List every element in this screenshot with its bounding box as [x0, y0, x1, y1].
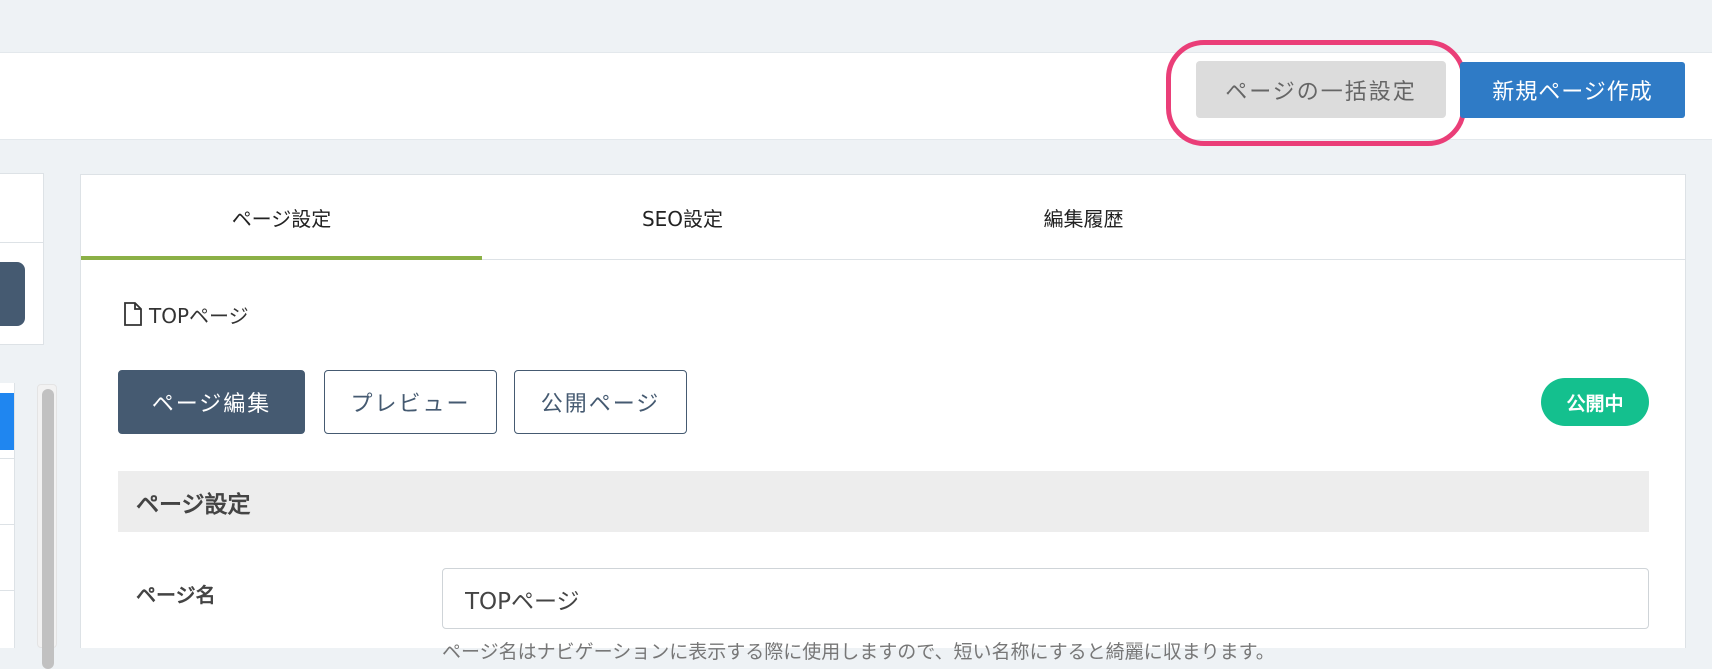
sidebar-page-list	[0, 383, 15, 648]
section-title: ページ設定	[118, 471, 1649, 532]
breadcrumb: TOPページ	[123, 301, 249, 328]
list-divider	[0, 524, 14, 525]
file-icon	[124, 302, 142, 326]
tab-seo-settings[interactable]: SEO設定	[482, 175, 883, 259]
tab-page-settings[interactable]: ページ設定	[81, 175, 482, 260]
sidebar-scrollbar[interactable]	[37, 384, 57, 669]
page-settings-panel: ページ設定 SEO設定 編集履歴 TOPページ ページ編集 プレビュー 公開ペー…	[80, 174, 1686, 663]
top-toolbar	[0, 52, 1712, 140]
page-name-help-text: ページ名はナビゲーションに表示する際に使用しますので、短い名称にすると綺麗に収ま…	[442, 641, 1275, 663]
page-name-input[interactable]	[442, 568, 1649, 629]
tab-edit-history[interactable]: 編集履歴	[883, 175, 1284, 259]
edit-page-button[interactable]: ページ編集	[118, 370, 305, 434]
page-name-label: ページ名	[136, 583, 216, 607]
sidebar-card	[0, 173, 44, 345]
sidebar-divider	[0, 242, 44, 243]
breadcrumb-label: TOPページ	[149, 303, 249, 328]
list-divider	[0, 458, 14, 459]
public-page-button[interactable]: 公開ページ	[514, 370, 687, 434]
list-item-active[interactable]	[0, 393, 14, 450]
preview-button[interactable]: プレビュー	[324, 370, 497, 434]
sidebar-button[interactable]	[0, 262, 25, 326]
scrollbar-thumb[interactable]	[42, 389, 54, 669]
tab-bar: ページ設定 SEO設定 編集履歴	[81, 175, 1685, 260]
bulk-settings-button[interactable]: ページの一括設定	[1196, 61, 1446, 118]
status-badge: 公開中	[1541, 378, 1649, 426]
list-divider	[0, 590, 14, 591]
new-page-button[interactable]: 新規ページ作成	[1460, 62, 1685, 118]
